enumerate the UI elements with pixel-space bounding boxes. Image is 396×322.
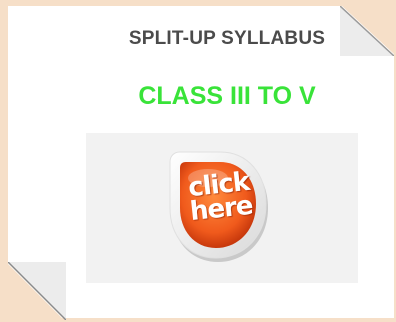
click-here-line2: here: [188, 190, 254, 228]
class-iii-to-v-link[interactable]: CLASS III TO V: [96, 82, 358, 111]
page-background: SPLIT-UP SYLLABUS CLASS III TO V click h…: [0, 0, 396, 322]
syllabus-title: SPLIT-UP SYLLABUS: [128, 28, 326, 49]
click-here-label: click here: [177, 167, 264, 228]
click-here-image-link[interactable]: click here: [86, 133, 358, 283]
